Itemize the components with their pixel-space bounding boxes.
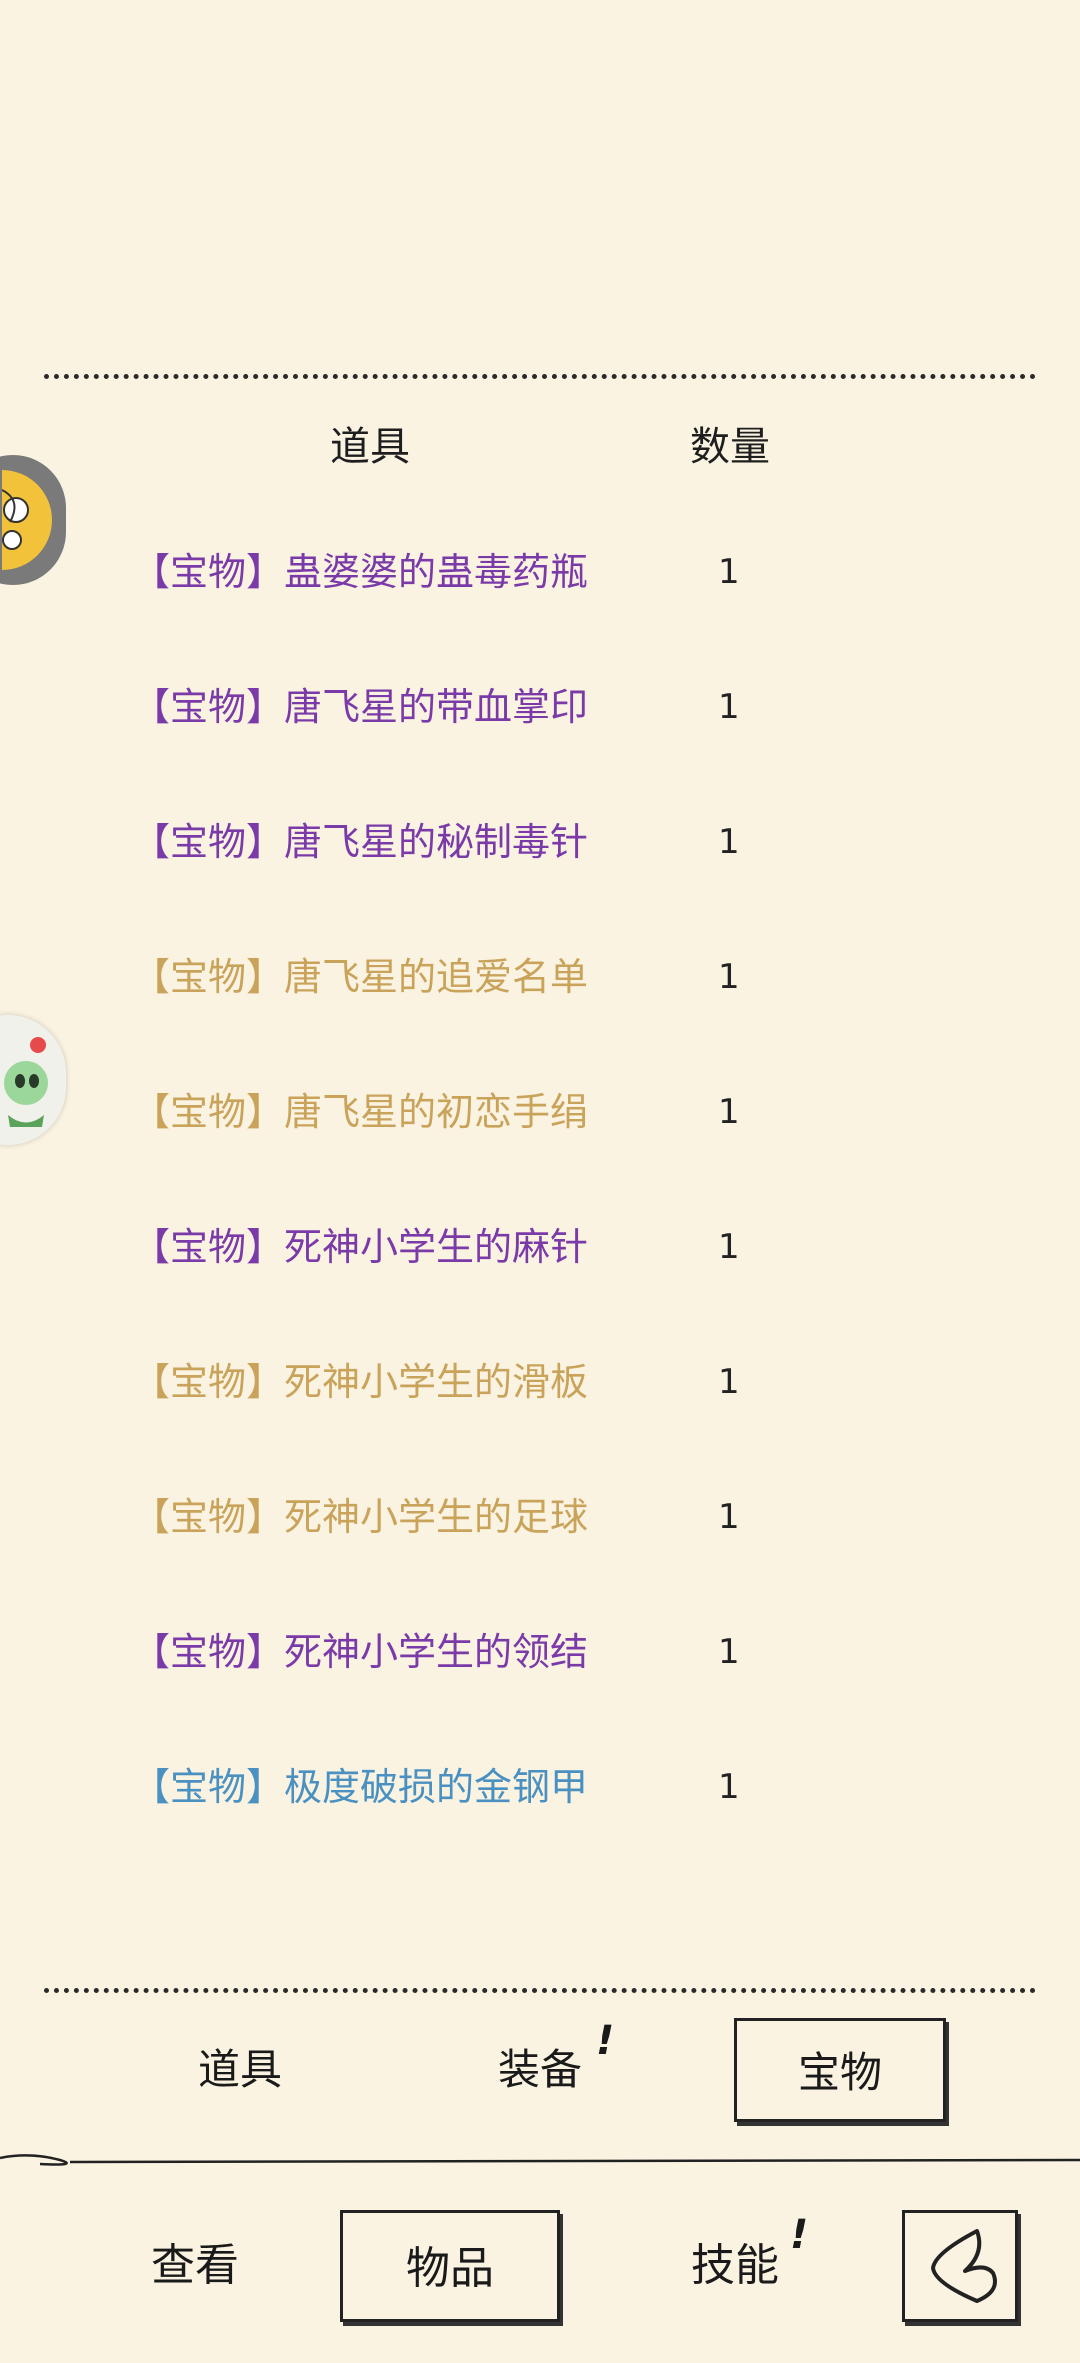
skills-alert-badge: ! bbox=[790, 2212, 809, 2258]
tab-treasure[interactable]: 宝物 bbox=[734, 2018, 946, 2122]
equipment-alert-badge: ! bbox=[596, 2018, 615, 2064]
back-button[interactable] bbox=[902, 2210, 1018, 2322]
item-quantity: 1 bbox=[718, 687, 740, 727]
wavy-divider bbox=[0, 2154, 1080, 2166]
bottom-nav: 查看 物品 技能 ! bbox=[0, 2210, 1080, 2322]
item-name: 【宝物】死神小学生的足球 bbox=[132, 1495, 589, 1539]
nav-items[interactable]: 物品 bbox=[340, 2210, 560, 2322]
item-quantity: 1 bbox=[718, 552, 740, 592]
tab-props[interactable]: 道具 bbox=[150, 2018, 330, 2122]
category-tabs: 道具 装备 ! 宝物 bbox=[0, 2018, 1080, 2122]
item-name: 【宝物】死神小学生的滑板 bbox=[132, 1360, 589, 1404]
item-quantity: 1 bbox=[718, 957, 740, 997]
list-item[interactable]: 【宝物】死神小学生的麻针 1 bbox=[0, 1207, 1080, 1287]
item-name: 【宝物】极度破损的金钢甲 bbox=[132, 1765, 589, 1809]
item-name: 【宝物】唐飞星的追爱名单 bbox=[132, 955, 589, 999]
item-name: 【宝物】唐飞星的带血掌印 bbox=[132, 685, 589, 729]
item-column-header: 道具 bbox=[330, 424, 410, 470]
list-item[interactable]: 【宝物】唐飞星的初恋手绢 1 bbox=[0, 1072, 1080, 1152]
table-header: 道具 数量 bbox=[0, 412, 1080, 482]
bottom-divider bbox=[44, 1988, 1036, 1993]
back-arrow-icon bbox=[931, 2229, 997, 2303]
item-name: 【宝物】死神小学生的领结 bbox=[132, 1630, 589, 1674]
item-quantity: 1 bbox=[718, 1632, 740, 1672]
item-name: 【宝物】唐飞星的初恋手绢 bbox=[132, 1090, 589, 1134]
list-item[interactable]: 【宝物】极度破损的金钢甲 1 bbox=[0, 1747, 1080, 1827]
item-quantity: 1 bbox=[718, 1362, 740, 1402]
item-quantity: 1 bbox=[718, 1767, 740, 1807]
list-item[interactable]: 【宝物】蛊婆婆的蛊毒药瓶 1 bbox=[0, 532, 1080, 612]
item-quantity: 1 bbox=[718, 1092, 740, 1132]
item-name: 【宝物】蛊婆婆的蛊毒药瓶 bbox=[132, 550, 589, 594]
list-item[interactable]: 【宝物】唐飞星的带血掌印 1 bbox=[0, 667, 1080, 747]
top-divider bbox=[44, 374, 1036, 379]
item-quantity: 1 bbox=[718, 822, 740, 862]
quantity-column-header: 数量 bbox=[690, 424, 770, 470]
item-quantity: 1 bbox=[718, 1227, 740, 1267]
list-item[interactable]: 【宝物】唐飞星的追爱名单 1 bbox=[0, 937, 1080, 1017]
list-item[interactable]: 【宝物】死神小学生的滑板 1 bbox=[0, 1342, 1080, 1422]
nav-view[interactable]: 查看 bbox=[100, 2210, 290, 2322]
item-quantity: 1 bbox=[718, 1497, 740, 1537]
item-name: 【宝物】唐飞星的秘制毒针 bbox=[132, 820, 589, 864]
list-item[interactable]: 【宝物】死神小学生的足球 1 bbox=[0, 1477, 1080, 1557]
list-item[interactable]: 【宝物】唐飞星的秘制毒针 1 bbox=[0, 802, 1080, 882]
item-name: 【宝物】死神小学生的麻针 bbox=[132, 1225, 589, 1269]
list-item[interactable]: 【宝物】死神小学生的领结 1 bbox=[0, 1612, 1080, 1692]
